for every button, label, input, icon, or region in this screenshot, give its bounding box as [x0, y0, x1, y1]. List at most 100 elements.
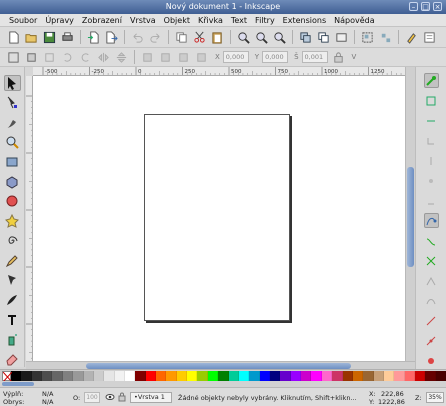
color-swatch[interactable]: [207, 370, 219, 381]
visibility-eye-icon[interactable]: [105, 392, 115, 404]
document-page[interactable]: [144, 114, 290, 321]
unlink-clone-icon[interactable]: [334, 30, 349, 45]
deselect-icon[interactable]: [42, 50, 57, 65]
color-swatch[interactable]: [11, 370, 22, 381]
zoom-page-icon[interactable]: [272, 30, 287, 45]
lower-to-bottom-icon[interactable]: [194, 50, 209, 65]
close-button[interactable]: ×: [433, 2, 442, 11]
color-swatch[interactable]: [104, 370, 115, 381]
node-tool-icon[interactable]: [4, 95, 21, 111]
menu-layer[interactable]: Vrstva: [126, 16, 160, 25]
drawing-canvas[interactable]: [33, 76, 405, 361]
pen-tool-icon[interactable]: [4, 272, 21, 288]
snap-object-center-icon[interactable]: [424, 333, 439, 348]
maximize-button[interactable]: □: [421, 2, 430, 11]
clone-icon[interactable]: [316, 30, 331, 45]
minimize-button[interactable]: –: [409, 2, 418, 11]
snap-bbox-edge-icon[interactable]: [424, 113, 439, 128]
vertical-scrollbar[interactable]: [405, 67, 415, 361]
color-swatch[interactable]: [124, 370, 136, 381]
zoom-input[interactable]: 35%: [426, 392, 444, 403]
cut-icon[interactable]: [192, 30, 207, 45]
color-swatch[interactable]: [259, 370, 270, 381]
color-swatch[interactable]: [249, 370, 260, 381]
xml-editor-icon[interactable]: [422, 30, 437, 45]
menu-help[interactable]: Nápověda: [330, 16, 379, 25]
copy-icon[interactable]: [174, 30, 189, 45]
color-swatch[interactable]: [187, 370, 198, 381]
color-swatch[interactable]: [342, 370, 353, 381]
menu-view[interactable]: Zobrazení: [78, 16, 126, 25]
3d-box-tool-icon[interactable]: [4, 174, 21, 190]
snap-enable-icon[interactable]: [423, 73, 439, 88]
color-swatch[interactable]: [301, 370, 312, 381]
ellipse-tool-icon[interactable]: [4, 194, 21, 210]
color-swatch[interactable]: [135, 370, 146, 381]
color-swatch[interactable]: [238, 370, 250, 381]
color-swatch[interactable]: [332, 370, 343, 381]
layer-lock-icon[interactable]: [117, 392, 127, 404]
star-tool-icon[interactable]: [4, 213, 21, 229]
snap-midpoints-icon[interactable]: [424, 313, 439, 328]
spiral-tool-icon[interactable]: [4, 233, 21, 249]
color-swatch[interactable]: [145, 370, 157, 381]
width-input[interactable]: 0,001: [301, 51, 328, 63]
menu-object[interactable]: Objekt: [160, 16, 194, 25]
spray-tool-icon[interactable]: [4, 332, 21, 348]
snap-path-intersection-icon[interactable]: [424, 253, 439, 268]
text-tool-icon[interactable]: [4, 312, 21, 328]
lower-icon[interactable]: [176, 50, 191, 65]
redo-icon[interactable]: [148, 30, 163, 45]
snap-bbox-center-icon[interactable]: [424, 173, 439, 188]
color-swatch[interactable]: [383, 370, 395, 381]
undo-icon[interactable]: [130, 30, 145, 45]
zoom-selection-icon[interactable]: [236, 30, 251, 45]
fill-value[interactable]: N/A: [42, 390, 54, 398]
selector-tool-icon[interactable]: [3, 75, 21, 91]
snap-bbox-icon[interactable]: [424, 93, 439, 108]
color-swatch[interactable]: [197, 370, 208, 381]
color-swatch[interactable]: [176, 370, 188, 381]
new-document-icon[interactable]: [6, 30, 21, 45]
snap-smooth-nodes-icon[interactable]: [424, 293, 439, 308]
calligraphy-tool-icon[interactable]: [4, 292, 21, 308]
color-swatch[interactable]: [311, 370, 322, 381]
rotate-cw-icon[interactable]: [78, 50, 93, 65]
fill-stroke-icon[interactable]: [404, 30, 419, 45]
open-icon[interactable]: [24, 30, 39, 45]
rotate-ccw-icon[interactable]: [60, 50, 75, 65]
save-icon[interactable]: [42, 30, 57, 45]
ungroup-icon[interactable]: [378, 30, 393, 45]
snap-bbox-misc-icon[interactable]: [424, 193, 439, 208]
color-swatch[interactable]: [218, 370, 229, 381]
color-swatch[interactable]: [415, 370, 426, 381]
color-swatch[interactable]: [394, 370, 405, 381]
select-all-icon[interactable]: [6, 50, 21, 65]
print-icon[interactable]: [60, 30, 75, 45]
snap-bbox-corner-icon[interactable]: [424, 133, 439, 148]
color-swatch[interactable]: [435, 370, 446, 381]
color-swatch[interactable]: [21, 370, 32, 381]
color-swatch[interactable]: [352, 370, 364, 381]
vertical-scroll-thumb[interactable]: [407, 167, 414, 267]
color-swatch[interactable]: [404, 370, 416, 381]
snap-nodes-icon[interactable]: [423, 213, 439, 228]
opacity-input[interactable]: 100: [84, 392, 100, 403]
flip-horizontal-icon[interactable]: [96, 50, 111, 65]
x-coordinate-input[interactable]: 0,000: [222, 51, 249, 63]
menu-extensions[interactable]: Extensions: [279, 16, 330, 25]
menu-filters[interactable]: Filtry: [251, 16, 279, 25]
rectangle-tool-icon[interactable]: [4, 154, 21, 170]
color-swatch[interactable]: [363, 370, 374, 381]
paste-icon[interactable]: [210, 30, 225, 45]
color-swatch[interactable]: [280, 370, 291, 381]
color-swatch[interactable]: [425, 370, 436, 381]
snap-cusp-nodes-icon[interactable]: [424, 273, 439, 288]
stroke-value[interactable]: N/A: [42, 398, 54, 406]
color-swatch[interactable]: [166, 370, 177, 381]
snap-bbox-midpoint-icon[interactable]: [424, 153, 439, 168]
duplicate-icon[interactable]: [298, 30, 313, 45]
color-swatch[interactable]: [31, 370, 43, 381]
no-paint-swatch[interactable]: [2, 370, 12, 382]
color-swatch[interactable]: [52, 370, 63, 381]
